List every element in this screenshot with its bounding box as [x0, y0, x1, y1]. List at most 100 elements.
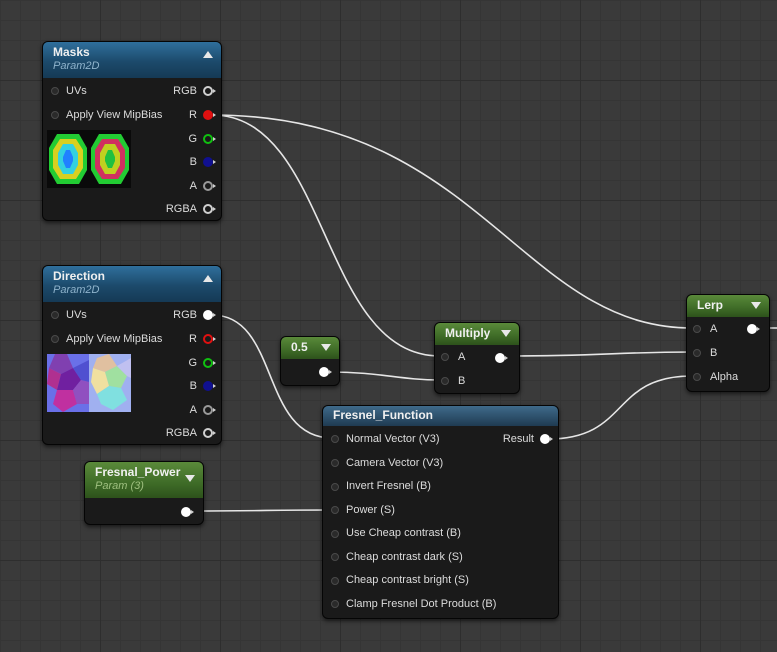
multiply-node[interactable]: Multiply A B: [434, 322, 520, 394]
direction-a-label: A: [189, 404, 197, 416]
direction-texture-preview: [47, 354, 131, 412]
fresnel-power-output-pin[interactable]: [181, 507, 194, 517]
collapse-arrow-icon[interactable]: [185, 475, 195, 482]
multiply-b-label: B: [458, 375, 466, 387]
constant-node[interactable]: 0.5: [280, 336, 340, 386]
direction-rgb-label: RGB: [173, 309, 197, 321]
fresnel-input-pin-0[interactable]: [331, 435, 339, 443]
masks-header[interactable]: Masks Param2D: [43, 42, 221, 78]
masks-a-label: A: [189, 180, 197, 192]
direction-r-label: R: [189, 333, 197, 345]
masks-rgba-label: RGBA: [165, 203, 197, 215]
masks-rgba-pin[interactable]: [203, 204, 216, 214]
wire-masks-r-to-multiply-a: [211, 114, 441, 357]
direction-subtitle: Param2D: [53, 284, 100, 296]
multiply-b-pin[interactable]: [441, 377, 449, 385]
direction-mipbias-pin[interactable]: [51, 335, 59, 343]
fresnel-input-pin-6[interactable]: [331, 577, 339, 585]
fresnel-input-label-0: Normal Vector (V3): [346, 433, 440, 445]
masks-b-label: B: [189, 156, 197, 168]
wire-fresnel-result-to-lerp-alpha: [547, 375, 693, 440]
masks-texture-preview: [47, 130, 131, 188]
multiply-a-pin[interactable]: [441, 353, 449, 361]
fresnel-input-pin-3[interactable]: [331, 506, 339, 514]
fresnel-input-pin-2[interactable]: [331, 483, 339, 491]
collapse-arrow-icon[interactable]: [203, 275, 213, 282]
masks-g-pin[interactable]: [203, 134, 216, 144]
fresnel-power-title: Fresnal_Power: [95, 465, 181, 479]
constant-header[interactable]: 0.5: [281, 337, 339, 359]
direction-g-label: G: [188, 357, 197, 369]
masks-node[interactable]: Masks Param2D UVs Apply View MipBias RGB…: [42, 41, 222, 221]
fresnel-input-pin-7[interactable]: [331, 600, 339, 608]
masks-r-pin[interactable]: [203, 110, 216, 120]
lerp-node[interactable]: Lerp A B Alpha: [686, 294, 770, 392]
wire-masks-r-to-lerp-a: [211, 114, 693, 329]
direction-mipbias-label: Apply View MipBias: [66, 333, 163, 345]
direction-r-pin[interactable]: [203, 334, 216, 344]
masks-title: Masks: [53, 45, 90, 59]
masks-rgb-label: RGB: [173, 85, 197, 97]
collapse-arrow-icon[interactable]: [751, 302, 761, 309]
multiply-output-pin[interactable]: [495, 353, 508, 363]
masks-r-label: R: [189, 109, 197, 121]
direction-title: Direction: [53, 269, 106, 283]
multiply-header[interactable]: Multiply: [435, 323, 519, 345]
fresnel-result-pin[interactable]: [540, 434, 553, 444]
multiply-title: Multiply: [445, 326, 491, 340]
constant-output-pin[interactable]: [319, 367, 332, 377]
lerp-alpha-label: Alpha: [710, 371, 739, 383]
lerp-a-pin[interactable]: [693, 325, 701, 333]
direction-header[interactable]: Direction Param2D: [43, 266, 221, 302]
fresnel-input-label-2: Invert Fresnel (B): [346, 480, 431, 492]
fresnel-input-pin-5[interactable]: [331, 553, 339, 561]
masks-mipbias-label: Apply View MipBias: [66, 109, 163, 121]
masks-g-label: G: [188, 133, 197, 145]
fresnel-result-label: Result: [502, 433, 534, 445]
direction-b-label: B: [189, 380, 197, 392]
collapse-arrow-icon[interactable]: [321, 344, 331, 351]
direction-uvs-label: UVs: [66, 309, 87, 321]
fresnel-power-header[interactable]: Fresnal_Power Param (3): [85, 462, 203, 498]
fresnel-input-pin-4[interactable]: [331, 530, 339, 538]
fresnel-function-node[interactable]: Fresnel_Function Result Normal Vector (V…: [322, 405, 559, 619]
direction-rgb-pin[interactable]: [203, 310, 216, 320]
masks-b-pin[interactable]: [203, 157, 216, 167]
wire-fresnel-power-to-fresnel-power: [191, 509, 333, 512]
collapse-arrow-icon[interactable]: [501, 330, 511, 337]
lerp-output-pin[interactable]: [747, 324, 760, 334]
lerp-header[interactable]: Lerp: [687, 295, 769, 317]
masks-a-pin[interactable]: [203, 181, 216, 191]
direction-rgba-pin[interactable]: [203, 428, 216, 438]
fresnel-power-subtitle: Param (3): [95, 480, 144, 492]
wire-multiply-to-lerp-b: [509, 351, 693, 357]
lerp-b-label: B: [710, 347, 718, 359]
direction-b-pin[interactable]: [203, 381, 216, 391]
multiply-a-label: A: [458, 351, 466, 363]
lerp-alpha-pin[interactable]: [693, 373, 701, 381]
direction-rgba-label: RGBA: [165, 427, 197, 439]
fresnel-input-label-1: Camera Vector (V3): [346, 457, 444, 469]
direction-g-pin[interactable]: [203, 358, 216, 368]
lerp-b-pin[interactable]: [693, 349, 701, 357]
fresnel-function-header[interactable]: Fresnel_Function: [323, 406, 558, 426]
collapse-arrow-icon[interactable]: [203, 51, 213, 58]
fresnel-input-label-5: Cheap contrast dark (S): [346, 551, 463, 563]
direction-uvs-pin[interactable]: [51, 311, 59, 319]
fresnel-input-label-6: Cheap contrast bright (S): [346, 574, 469, 586]
masks-rgb-pin[interactable]: [203, 86, 216, 96]
masks-uvs-label: UVs: [66, 85, 87, 97]
direction-node[interactable]: Direction Param2D UVs Apply View MipBias…: [42, 265, 222, 445]
fresnel-input-label-3: Power (S): [346, 504, 395, 516]
fresnel-input-label-4: Use Cheap contrast (B): [346, 527, 461, 539]
fresnel-function-title: Fresnel_Function: [333, 408, 434, 422]
masks-mipbias-pin[interactable]: [51, 111, 59, 119]
masks-subtitle: Param2D: [53, 60, 100, 72]
lerp-a-label: A: [710, 323, 718, 335]
direction-a-pin[interactable]: [203, 405, 216, 415]
wire-const-to-multiply-b: [329, 371, 441, 381]
fresnel-input-label-7: Clamp Fresnel Dot Product (B): [346, 598, 497, 610]
fresnel-input-pin-1[interactable]: [331, 459, 339, 467]
masks-uvs-pin[interactable]: [51, 87, 59, 95]
fresnel-power-node[interactable]: Fresnal_Power Param (3): [84, 461, 204, 525]
